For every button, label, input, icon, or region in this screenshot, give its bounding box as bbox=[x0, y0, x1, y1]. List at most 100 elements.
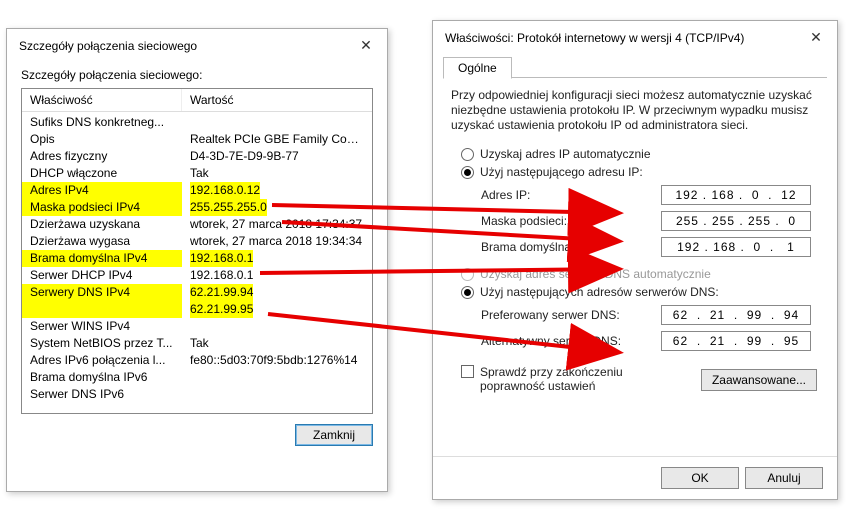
radio-dns-auto: Uzyskaj adres serwera DNS automatycznie bbox=[461, 267, 819, 281]
tab-strip: Ogólne bbox=[443, 56, 827, 78]
table-row[interactable]: DHCP włączoneTak bbox=[22, 165, 372, 182]
value-cell: Tak bbox=[182, 335, 372, 352]
ipv4-properties-dialog: Właściwości: Protokół internetowy w wers… bbox=[432, 20, 838, 500]
label-ip: Adres IP: bbox=[481, 188, 661, 202]
table-row[interactable]: Adres IPv4192.168.0.12 bbox=[22, 182, 372, 199]
value-cell: Tak bbox=[182, 165, 372, 182]
property-cell: Adres IPv6 połączenia l... bbox=[22, 352, 182, 369]
property-cell: Adres fizyczny bbox=[22, 148, 182, 165]
details-list: Właściwość Wartość Sufiks DNS konkretneg… bbox=[21, 88, 373, 414]
property-cell bbox=[22, 301, 182, 318]
advanced-button[interactable]: Zaawansowane... bbox=[701, 369, 817, 391]
value-cell bbox=[182, 386, 372, 403]
radio-label: Użyj następujących adresów serwerów DNS: bbox=[480, 285, 719, 299]
value-cell bbox=[182, 369, 372, 386]
value-cell: wtorek, 27 marca 2018 17:34:37 bbox=[182, 216, 372, 233]
property-cell: Brama domyślna IPv4 bbox=[22, 250, 182, 267]
value-cell: 192.168.0.1 bbox=[182, 250, 372, 267]
property-cell: Serwery DNS IPv4 bbox=[22, 284, 182, 301]
description-text: Przy odpowiedniej konfiguracji sieci moż… bbox=[451, 88, 819, 133]
radio-icon bbox=[461, 268, 474, 281]
radio-icon bbox=[461, 166, 474, 179]
tab-general[interactable]: Ogólne bbox=[443, 57, 512, 79]
close-icon[interactable]: ✕ bbox=[807, 29, 825, 46]
property-cell: Sufiks DNS konkretneg... bbox=[22, 114, 182, 131]
cancel-button[interactable]: Anuluj bbox=[745, 467, 823, 489]
ok-button[interactable]: OK bbox=[661, 467, 739, 489]
ip-field-group: Adres IP: Maska podsieci: Brama domyślna… bbox=[481, 185, 819, 257]
property-cell: Dzierżawa wygasa bbox=[22, 233, 182, 250]
value-cell: fe80::5d03:70f9:5bdb:1276%14 bbox=[182, 352, 372, 369]
label-dns1: Preferowany serwer DNS: bbox=[481, 308, 661, 322]
table-row[interactable]: Dzierżawa uzyskanawtorek, 27 marca 2018 … bbox=[22, 216, 372, 233]
property-cell: Serwer DNS IPv6 bbox=[22, 386, 182, 403]
value-cell: 192.168.0.1 bbox=[182, 267, 372, 284]
list-caption: Szczegóły połączenia sieciowego: bbox=[7, 60, 387, 88]
value-cell: 62.21.99.95 bbox=[182, 301, 372, 318]
radio-ip-manual[interactable]: Użyj następującego adresu IP: bbox=[461, 165, 819, 179]
table-row[interactable]: Serwer DHCP IPv4192.168.0.1 bbox=[22, 267, 372, 284]
table-row[interactable]: 62.21.99.95 bbox=[22, 301, 372, 318]
radio-dns-manual[interactable]: Użyj następujących adresów serwerów DNS: bbox=[461, 285, 819, 299]
property-cell: Serwer WINS IPv4 bbox=[22, 318, 182, 335]
radio-icon bbox=[461, 286, 474, 299]
property-cell: Adres IPv4 bbox=[22, 182, 182, 199]
titlebar: Szczegóły połączenia sieciowego ✕ bbox=[7, 29, 387, 60]
label-mask: Maska podsieci: bbox=[481, 214, 661, 228]
dns-field-group: Preferowany serwer DNS: Alternatywny ser… bbox=[481, 305, 819, 351]
col-value[interactable]: Wartość bbox=[182, 89, 372, 111]
radio-label: Uzyskaj adres IP automatycznie bbox=[480, 147, 651, 161]
table-row[interactable]: Maska podsieci IPv4255.255.255.0 bbox=[22, 199, 372, 216]
table-row[interactable]: Adres fizycznyD4-3D-7E-D9-9B-77 bbox=[22, 148, 372, 165]
property-cell: DHCP włączone bbox=[22, 165, 182, 182]
value-cell: D4-3D-7E-D9-9B-77 bbox=[182, 148, 372, 165]
close-icon[interactable]: ✕ bbox=[357, 37, 375, 54]
close-button[interactable]: Zamknij bbox=[295, 424, 373, 446]
value-cell: 255.255.255.0 bbox=[182, 199, 372, 216]
table-row[interactable]: Serwer DNS IPv6 bbox=[22, 386, 372, 403]
value-cell: 62.21.99.94 bbox=[182, 284, 372, 301]
list-body: Sufiks DNS konkretneg...OpisRealtek PCIe… bbox=[22, 112, 372, 413]
table-row[interactable]: Serwery DNS IPv462.21.99.94 bbox=[22, 284, 372, 301]
property-cell: Maska podsieci IPv4 bbox=[22, 199, 182, 216]
table-row[interactable]: Sufiks DNS konkretneg... bbox=[22, 114, 372, 131]
dialog-title: Szczegóły połączenia sieciowego bbox=[19, 39, 197, 53]
value-cell: 192.168.0.12 bbox=[182, 182, 372, 199]
radio-icon bbox=[461, 148, 474, 161]
network-details-dialog: Szczegóły połączenia sieciowego ✕ Szczeg… bbox=[6, 28, 388, 492]
property-cell: Opis bbox=[22, 131, 182, 148]
ip-address-field[interactable] bbox=[661, 185, 811, 205]
preferred-dns-field[interactable] bbox=[661, 305, 811, 325]
value-cell: Realtek PCIe GBE Family Controller bbox=[182, 131, 372, 148]
label-gateway: Brama domyślna: bbox=[481, 240, 661, 254]
property-cell: System NetBIOS przez T... bbox=[22, 335, 182, 352]
checkbox-label: Sprawdź przy zakończeniu poprawność usta… bbox=[480, 365, 680, 393]
radio-label: Uzyskaj adres serwera DNS automatycznie bbox=[480, 267, 711, 281]
property-cell: Serwer DHCP IPv4 bbox=[22, 267, 182, 284]
tab-body: Przy odpowiedniej konfiguracji sieci moż… bbox=[433, 78, 837, 401]
titlebar: Właściwości: Protokół internetowy w wers… bbox=[433, 21, 837, 52]
button-row: Zamknij bbox=[7, 414, 387, 456]
table-row[interactable]: Brama domyślna IPv4192.168.0.1 bbox=[22, 250, 372, 267]
table-row[interactable]: Dzierżawa wygasawtorek, 27 marca 2018 19… bbox=[22, 233, 372, 250]
gateway-field[interactable] bbox=[661, 237, 811, 257]
alternate-dns-field[interactable] bbox=[661, 331, 811, 351]
value-cell bbox=[182, 318, 372, 335]
property-cell: Dzierżawa uzyskana bbox=[22, 216, 182, 233]
col-property[interactable]: Właściwość bbox=[22, 89, 182, 111]
dialog-buttons: OK Anuluj bbox=[433, 456, 837, 499]
label-dns2: Alternatywny serwer DNS: bbox=[481, 334, 661, 348]
table-row[interactable]: Adres IPv6 połączenia l...fe80::5d03:70f… bbox=[22, 352, 372, 369]
subnet-mask-field[interactable] bbox=[661, 211, 811, 231]
list-header: Właściwość Wartość bbox=[22, 89, 372, 112]
dialog-title: Właściwości: Protokół internetowy w wers… bbox=[445, 31, 744, 45]
value-cell bbox=[182, 114, 372, 131]
table-row[interactable]: System NetBIOS przez T...Tak bbox=[22, 335, 372, 352]
property-cell: Brama domyślna IPv6 bbox=[22, 369, 182, 386]
table-row[interactable]: Serwer WINS IPv4 bbox=[22, 318, 372, 335]
table-row[interactable]: Brama domyślna IPv6 bbox=[22, 369, 372, 386]
radio-ip-auto[interactable]: Uzyskaj adres IP automatycznie bbox=[461, 147, 819, 161]
value-cell: wtorek, 27 marca 2018 19:34:34 bbox=[182, 233, 372, 250]
table-row[interactable]: OpisRealtek PCIe GBE Family Controller bbox=[22, 131, 372, 148]
checkbox-icon bbox=[461, 365, 474, 378]
